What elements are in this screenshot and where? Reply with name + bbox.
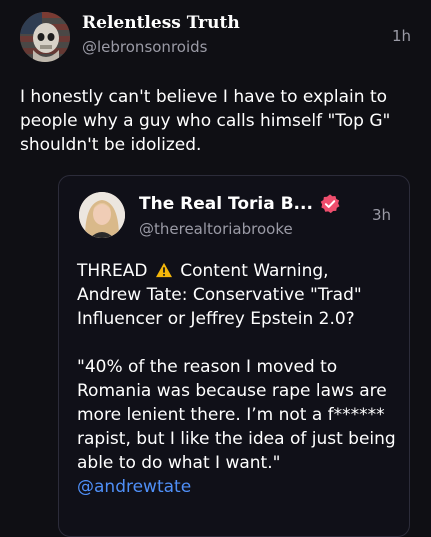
author-display-name[interactable]: Relentless Truth: [82, 13, 240, 33]
flag-skull-avatar-icon: [20, 12, 70, 62]
author-avatar[interactable]: [20, 12, 70, 62]
post-text: I honestly can't believe I have to expla…: [20, 87, 391, 155]
thread-label: THREAD: [77, 261, 148, 281]
warning-triangle-icon: [155, 262, 172, 278]
quoted-paragraph-2: "40% of the reason I moved to Romania wa…: [77, 355, 397, 499]
quoted-author-name-row[interactable]: The Real Toria B...: [139, 193, 341, 215]
quoted-author-display-name[interactable]: The Real Toria B...: [139, 194, 313, 214]
mention-link[interactable]: @andrewtate: [77, 477, 191, 497]
quoted-author-avatar[interactable]: [79, 192, 125, 238]
quoted-author-handle[interactable]: @therealtoriabrooke: [139, 220, 293, 238]
post[interactable]: Relentless Truth @lebronsonroids 1h I ho…: [0, 0, 431, 537]
quote-text: "40% of the reason I moved to Romania wa…: [77, 357, 396, 473]
author-handle[interactable]: @lebronsonroids: [82, 38, 207, 56]
quoted-post-text: THREAD Content Warning, Andrew Tate: Con…: [77, 259, 397, 499]
quoted-post-timestamp[interactable]: 3h: [372, 206, 391, 224]
portrait-avatar-icon: [79, 192, 125, 238]
quoted-post[interactable]: The Real Toria B... @therealtoriabrooke …: [58, 175, 410, 537]
verified-badge-icon: [320, 194, 340, 214]
post-timestamp[interactable]: 1h: [392, 27, 411, 45]
quoted-paragraph-1: THREAD Content Warning, Andrew Tate: Con…: [77, 259, 397, 331]
